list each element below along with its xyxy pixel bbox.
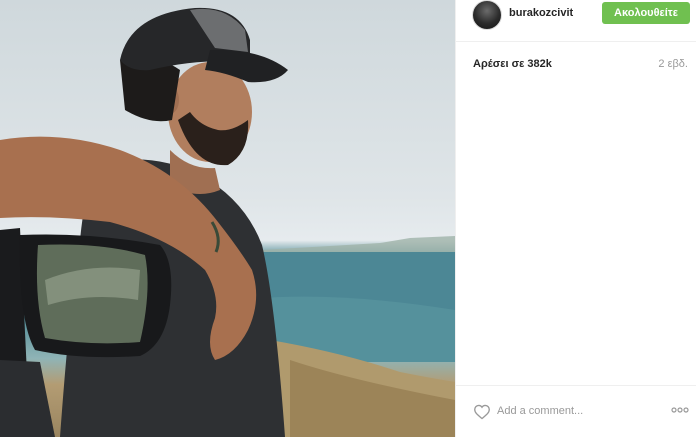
comment-bar [456, 385, 696, 437]
post-time[interactable]: 2 εβδ. [658, 58, 688, 70]
follow-button[interactable]: Ακολουθείτε [602, 2, 690, 24]
post-header: burakozcivit Ακολουθείτε [456, 0, 696, 42]
post-photo [0, 0, 455, 437]
photo-illustration [0, 7, 455, 437]
username-link[interactable]: burakozcivit [509, 7, 573, 19]
likes-count[interactable]: Αρέσει σε 382k [473, 58, 552, 70]
comment-input[interactable] [497, 401, 657, 421]
more-options-icon[interactable] [671, 406, 689, 414]
avatar[interactable] [472, 0, 502, 30]
heart-icon[interactable] [473, 404, 491, 420]
post-details-panel: burakozcivit Ακολουθείτε Αρέσει σε 382k … [455, 0, 696, 437]
